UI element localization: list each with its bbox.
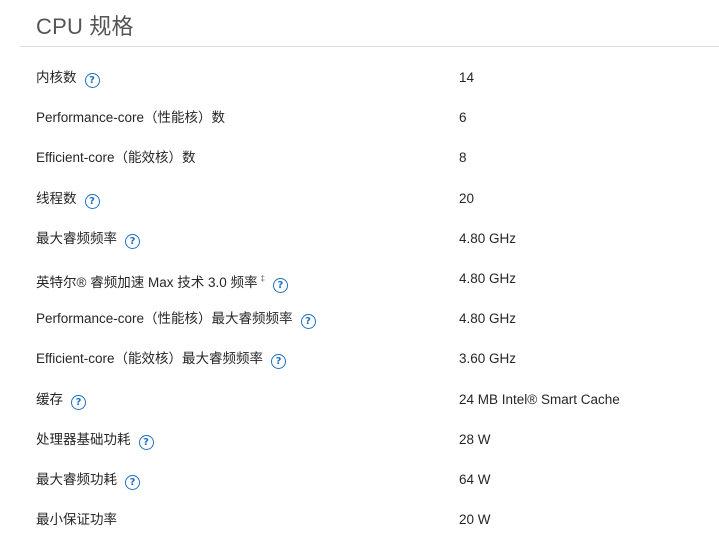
spec-value: 6	[459, 110, 467, 126]
spec-value: 4.80 GHz	[459, 311, 517, 327]
spec-label: 最大睿频频率?	[36, 229, 140, 249]
spec-label-text: 最大睿频功耗	[36, 471, 117, 487]
help-icon[interactable]: ?	[300, 314, 316, 330]
spec-value: 28 W	[459, 431, 491, 447]
spec-label-text: 线程数	[36, 190, 77, 206]
spec-row-performance-cores: Performance-core（性能核）数 6	[0, 98, 719, 138]
spec-value: 24 MB Intel® Smart Cache	[459, 391, 620, 407]
title-divider	[20, 46, 719, 47]
help-icon[interactable]: ?	[71, 394, 86, 410]
spec-row-cache: 缓存? 24 MB Intel® Smart Cache	[0, 380, 719, 420]
spec-label-text: Performance-core（性能核）最大睿频频率	[36, 311, 293, 327]
spec-row-min-assured-power: 最小保证功率 20 W	[0, 500, 719, 540]
spec-label: 英特尔® 睿频加速 Max 技术 3.0 频率 ‡?	[36, 269, 288, 293]
page-title: CPU 规格	[36, 14, 134, 39]
spec-row-cores: 内核数? 14	[0, 58, 719, 98]
help-icon[interactable]: ?	[84, 73, 100, 88]
spec-label: 最大睿频功耗?	[36, 470, 140, 490]
spec-label-text: 最小保证功率	[36, 512, 117, 528]
spec-label-text: Performance-core（性能核）数	[36, 110, 226, 126]
spec-label: 缓存?	[36, 390, 86, 410]
footnote-mark[interactable]: ‡	[260, 274, 264, 283]
spec-row-efficient-cores: Efficient-core（能效核）数 8	[0, 138, 719, 178]
spec-label-text: 缓存	[36, 391, 63, 407]
spec-value: 20	[459, 190, 475, 206]
spec-list: 内核数? 14 Performance-core（性能核）数 6 Efficie…	[0, 58, 719, 540]
spec-value: 20 W	[459, 512, 491, 528]
spec-label-text: 处理器基础功耗	[36, 431, 131, 447]
spec-row-max-turbo-power: 最大睿频功耗? 64 W	[0, 460, 719, 500]
spec-label: 内核数?	[36, 68, 100, 88]
help-icon[interactable]: ?	[84, 193, 100, 209]
spec-value: 4.80 GHz	[459, 270, 517, 286]
spec-label-text: 英特尔® 睿频加速 Max 技术 3.0 频率	[36, 274, 258, 290]
spec-row-p-core-max-turbo: Performance-core（性能核）最大睿频频率? 4.80 GHz	[0, 299, 719, 339]
spec-row-base-power: 处理器基础功耗? 28 W	[0, 420, 719, 460]
help-icon[interactable]: ?	[138, 434, 154, 450]
spec-value: 3.60 GHz	[459, 351, 517, 367]
help-icon[interactable]: ?	[125, 233, 140, 249]
spec-label: Efficient-core（能效核）数	[36, 148, 196, 168]
spec-label-text: 内核数	[36, 70, 77, 85]
spec-label: Efficient-core（能效核）最大睿频频率?	[36, 349, 287, 370]
spec-label: Performance-core（性能核）最大睿频频率?	[36, 309, 316, 330]
spec-label-text: 最大睿频频率	[36, 230, 117, 246]
spec-value: 64 W	[459, 471, 491, 487]
spec-value: 14	[459, 70, 475, 85]
help-icon[interactable]: ?	[272, 277, 288, 293]
spec-label: Performance-core（性能核）数	[36, 108, 225, 128]
help-icon[interactable]: ?	[271, 354, 287, 370]
spec-value: 4.80 GHz	[459, 230, 517, 246]
spec-label: 最小保证功率	[36, 510, 117, 530]
spec-label: 线程数?	[36, 189, 100, 209]
spec-row-turbo-max-3-frequency: 英特尔® 睿频加速 Max 技术 3.0 频率 ‡? 4.80 GHz	[0, 259, 719, 299]
spec-row-e-core-max-turbo: Efficient-core（能效核）最大睿频频率? 3.60 GHz	[0, 339, 719, 379]
spec-label: 处理器基础功耗?	[36, 430, 154, 450]
help-icon[interactable]: ?	[125, 474, 140, 490]
spec-label-text: Efficient-core（能效核）最大睿频频率	[36, 351, 264, 367]
spec-label-text: Efficient-core（能效核）数	[36, 150, 196, 166]
spec-row-threads: 线程数? 20	[0, 179, 719, 219]
spec-row-max-turbo-frequency: 最大睿频频率? 4.80 GHz	[0, 219, 719, 259]
spec-value: 8	[459, 150, 467, 166]
